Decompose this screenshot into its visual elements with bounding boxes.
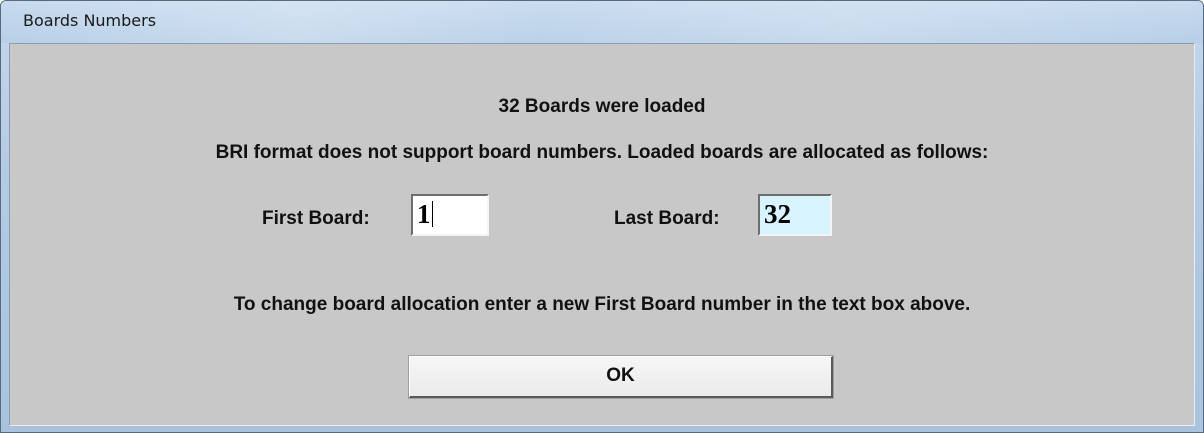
ok-button[interactable]: OK <box>408 355 834 399</box>
first-board-value: 1 <box>417 199 431 229</box>
dialog-window: Boards Numbers 32 Boards were loaded BRI… <box>0 0 1204 433</box>
loaded-message: 32 Boards were loaded <box>498 96 706 117</box>
first-board-input[interactable]: 1 <box>411 194 489 236</box>
window-title: Boards Numbers <box>23 11 157 30</box>
last-board-value: 32 <box>764 199 791 229</box>
dialog-body: 32 Boards were loaded BRI format does no… <box>9 43 1195 426</box>
format-message: BRI format does not support board number… <box>215 142 989 163</box>
last-board-label: Last Board: <box>614 208 720 229</box>
first-board-label: First Board: <box>262 208 370 229</box>
instruction-text: To change board allocation enter a new F… <box>233 294 971 315</box>
text-caret <box>431 201 433 227</box>
last-board-field: 32 <box>758 194 832 236</box>
title-bar[interactable]: Boards Numbers <box>1 1 1203 43</box>
